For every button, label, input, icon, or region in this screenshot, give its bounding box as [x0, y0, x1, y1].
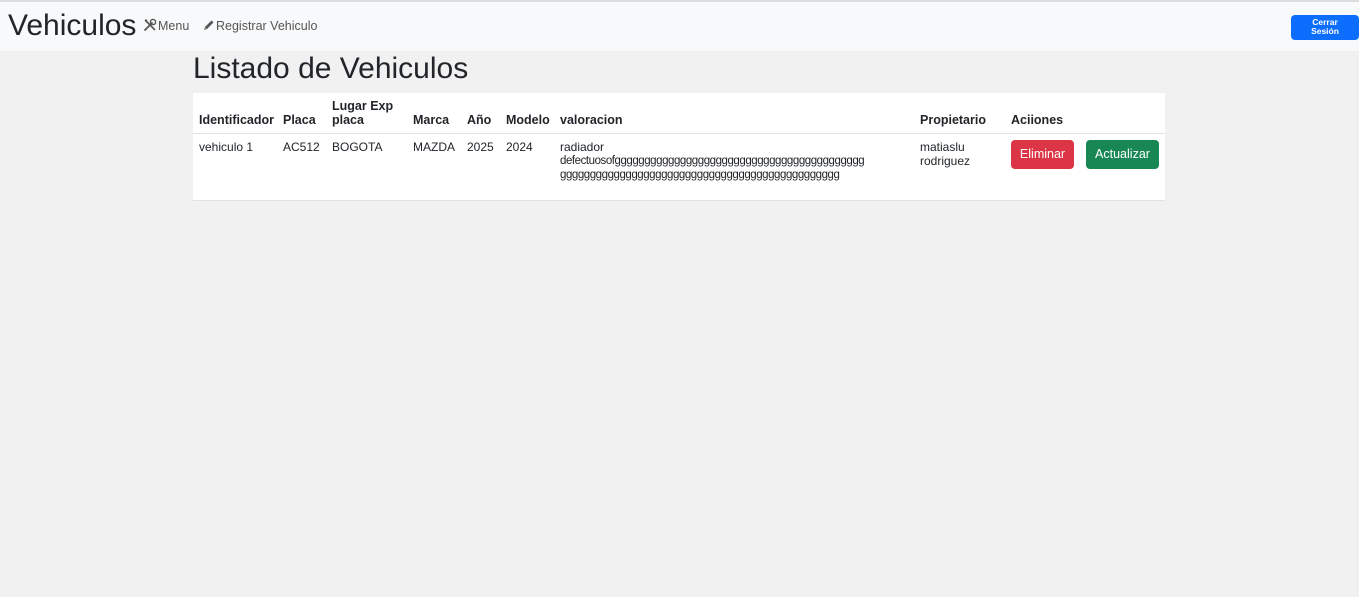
cell-marca: MAZDA	[413, 140, 455, 154]
header-acciones: Aciiones	[1011, 113, 1064, 127]
cell-placa: AC512	[283, 140, 320, 154]
header-marca: Marca	[413, 113, 450, 127]
actualizar-button[interactable]: Actualizar	[1086, 140, 1159, 169]
cell-identificador: vehiculo 1	[199, 140, 254, 154]
eliminar-button[interactable]: Eliminar	[1011, 140, 1074, 169]
cell-valoracion-line2: defectuosofggggggggggggggggggggggggggggg…	[560, 155, 865, 167]
nav-registrar-label: Registrar Vehiculo	[216, 19, 318, 33]
cell-modelo: 2024	[506, 140, 533, 154]
cell-valoracion-line1: radiador	[560, 140, 605, 154]
tools-icon	[143, 18, 157, 36]
logout-button[interactable]: Cerrar Sesión	[1291, 15, 1359, 40]
page-title: Listado de Vehiculos	[193, 52, 469, 85]
header-identificador: Identificador	[199, 113, 275, 127]
vehicles-table: Identificador Placa Lugar Exp placa Marc…	[193, 93, 1165, 201]
header-valoracion: valoracion	[560, 113, 623, 127]
header-modelo: Modelo	[506, 113, 550, 127]
nav-menu-link[interactable]: Menu	[143, 18, 189, 36]
header-lugar-line1: Lugar Exp	[332, 99, 394, 113]
header-propietario: Propietario	[920, 113, 986, 127]
header-lugar-line2: placa	[332, 113, 364, 127]
nav-registrar-link[interactable]: Registrar Vehiculo	[202, 18, 317, 36]
logout-label-line2: Sesión	[1311, 26, 1339, 36]
table-header-row: Identificador Placa Lugar Exp placa Marc…	[193, 93, 1165, 134]
nav-menu-label: Menu	[158, 19, 190, 33]
cell-propietario-line1: matiaslu	[920, 140, 965, 154]
header-anio: Año	[467, 113, 492, 127]
cell-anio: 2025	[467, 140, 494, 154]
cell-lugar: BOGOTA	[332, 140, 383, 154]
cell-valoracion-line3: gggggggggggggggggggggggggggggggggggggggg…	[560, 169, 840, 181]
cell-propietario-line2: rodriguez	[920, 154, 971, 168]
pencil-icon	[202, 19, 215, 36]
navbar-brand[interactable]: Vehiculos	[8, 9, 136, 43]
navbar: Vehiculos Menu Registrar Vehiculo Cerrar…	[0, 2, 1359, 51]
header-placa: Placa	[283, 113, 316, 127]
